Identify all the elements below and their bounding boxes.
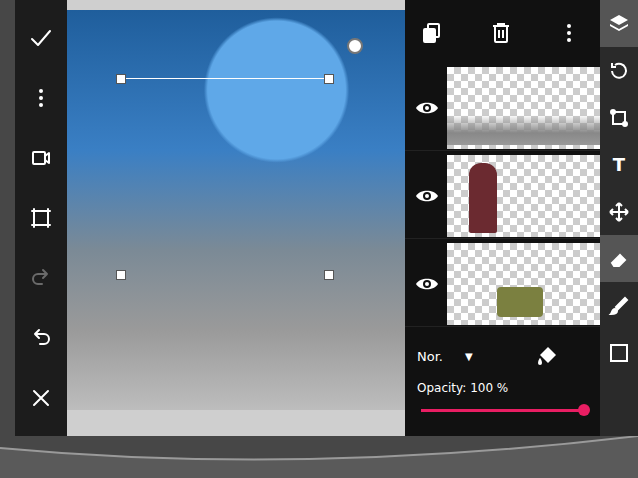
layers-panel: Nor. ▼ Opacity: 100 %	[405, 0, 600, 436]
duplicate-icon	[421, 21, 443, 45]
check-icon	[29, 26, 53, 50]
text-tool[interactable]: T	[600, 141, 638, 188]
eye-icon[interactable]	[415, 100, 439, 116]
undo-button[interactable]	[21, 318, 61, 358]
eraser-tool[interactable]	[600, 235, 638, 282]
trash-button[interactable]	[486, 18, 516, 48]
layer-row[interactable]	[405, 153, 600, 239]
opacity-label: Opacity: 100 %	[417, 381, 590, 395]
selection-handle[interactable]	[324, 270, 334, 280]
selection-handle[interactable]	[324, 74, 334, 84]
selection-handle[interactable]	[116, 74, 126, 84]
slide: Nor. ▼ Opacity: 100 % T	[0, 0, 638, 478]
trash-icon	[490, 21, 512, 45]
color-icon	[608, 342, 630, 364]
slide-footer	[0, 436, 638, 478]
move-icon	[608, 201, 630, 223]
dropdown-arrow: ▼	[465, 351, 473, 362]
duplicate-button[interactable]	[417, 18, 447, 48]
slider-track	[421, 409, 584, 412]
decorative-swoosh	[0, 436, 638, 478]
eye-icon[interactable]	[415, 188, 439, 204]
crop-button[interactable]	[21, 198, 61, 238]
layer-content	[469, 163, 497, 233]
canvas-area	[67, 0, 405, 436]
blend-mode-dropdown[interactable]: Nor. ▼	[417, 349, 473, 364]
brush-icon	[608, 295, 630, 317]
rotate-handle[interactable]	[347, 38, 363, 54]
edited-photo[interactable]	[67, 10, 405, 410]
close-button[interactable]	[21, 378, 61, 418]
color-tool[interactable]	[600, 329, 638, 376]
check-button[interactable]	[21, 18, 61, 58]
move-tool[interactable]	[600, 188, 638, 235]
transform-icon	[608, 107, 630, 129]
layer-row[interactable]	[405, 65, 600, 151]
crop-icon	[29, 206, 53, 230]
video-button[interactable]	[21, 138, 61, 178]
redo-button[interactable]	[21, 258, 61, 298]
slider-fill	[421, 409, 584, 412]
selection-line	[120, 78, 328, 79]
more-icon	[558, 21, 580, 45]
undo-icon	[29, 326, 53, 350]
layer-thumbnail	[447, 155, 600, 237]
layer-thumbnail	[447, 243, 600, 325]
layers-toolbar	[405, 0, 600, 65]
eraser-icon	[608, 248, 630, 270]
transform-tool[interactable]	[600, 94, 638, 141]
layers-icon	[608, 13, 630, 35]
video-icon	[29, 146, 53, 170]
layers-tool[interactable]	[600, 0, 638, 47]
opacity-slider[interactable]	[417, 407, 590, 412]
close-icon	[29, 386, 53, 410]
layer-list	[405, 65, 600, 327]
eye-icon[interactable]	[415, 276, 439, 292]
redo-icon	[29, 266, 53, 290]
more-icon	[29, 86, 53, 110]
blend-mode: Nor.	[417, 349, 443, 364]
layer-content	[447, 115, 600, 145]
fill-bucket-icon[interactable]	[534, 343, 560, 369]
more-button[interactable]	[21, 78, 61, 118]
brush-tool[interactable]	[600, 282, 638, 329]
left-toolbar	[15, 0, 67, 436]
slider-knob[interactable]	[578, 404, 590, 416]
rotate-icon	[608, 60, 630, 82]
layer-properties: Nor. ▼ Opacity: 100 %	[405, 327, 600, 436]
text-tool-label: T	[613, 154, 625, 175]
layer-row[interactable]	[405, 241, 600, 327]
more-button[interactable]	[554, 18, 584, 48]
tools-strip: T	[600, 0, 638, 436]
editor-screen: Nor. ▼ Opacity: 100 % T	[15, 0, 638, 436]
rotate-tool[interactable]	[600, 47, 638, 94]
selection-handle[interactable]	[116, 270, 126, 280]
layer-content	[497, 287, 543, 317]
blend-row: Nor. ▼	[417, 343, 590, 369]
layer-thumbnail	[447, 67, 600, 149]
